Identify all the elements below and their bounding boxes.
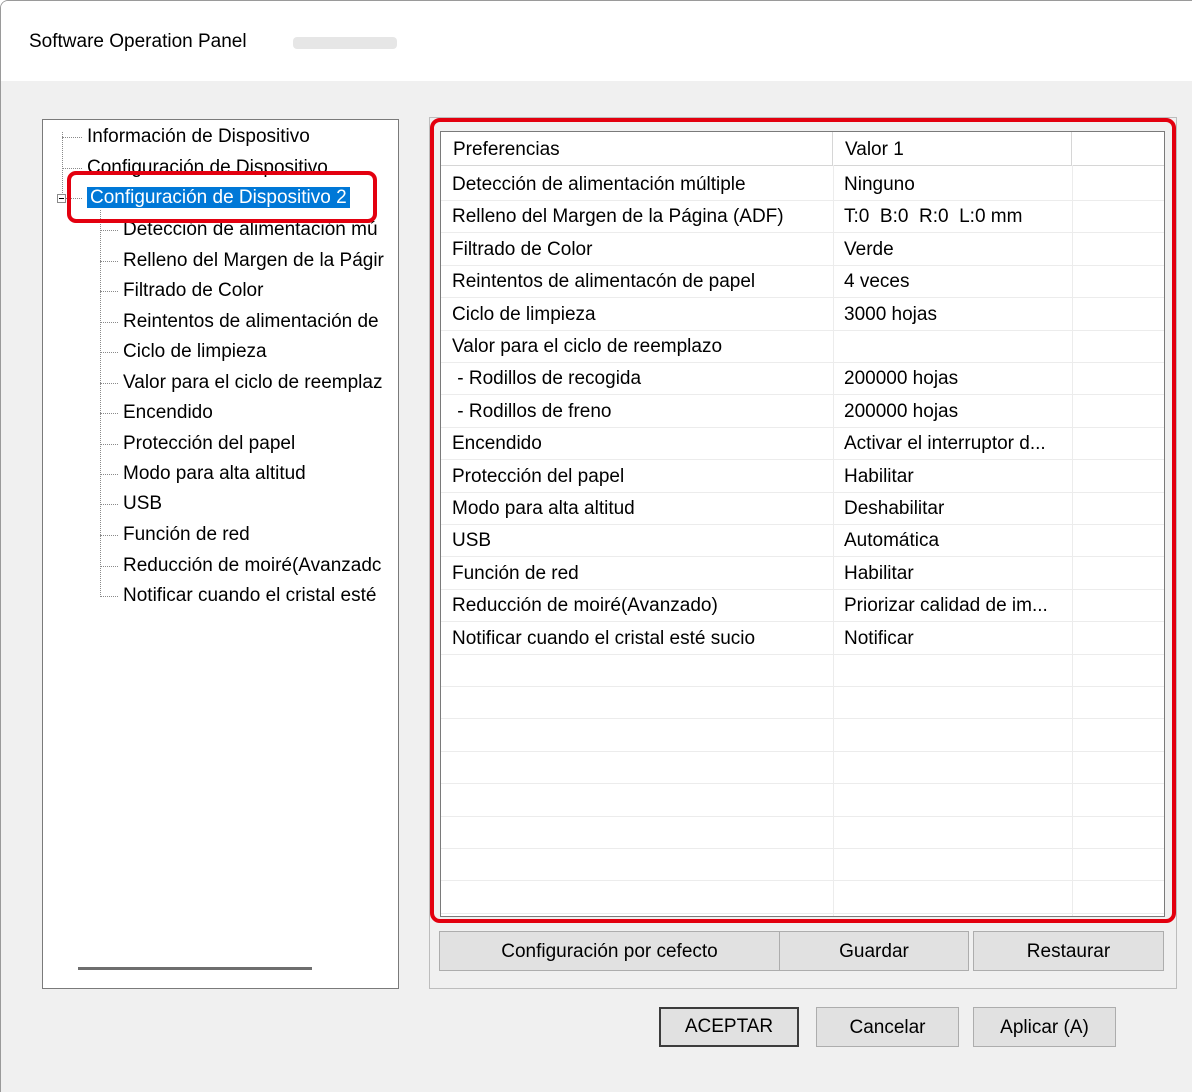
ok-button[interactable]: ACEPTAR xyxy=(659,1007,799,1047)
tree-connector xyxy=(100,352,118,353)
tree-connector xyxy=(100,566,118,567)
title-bar: Software Operation Panel xyxy=(1,1,1192,81)
tree-connector xyxy=(100,535,118,536)
tree-connector xyxy=(62,132,63,197)
tree-item-label: Reducción de moiré(Avanzadc xyxy=(123,555,382,576)
tree-item-label: Información de Dispositivo xyxy=(87,126,310,147)
tree-item-label: Encendido xyxy=(123,402,213,423)
tree-connector xyxy=(100,383,118,384)
tree-connector xyxy=(100,596,118,597)
tree-item[interactable]: Ciclo de limpieza xyxy=(123,338,267,366)
tree-item-label: Relleno del Margen de la Págir xyxy=(123,250,384,271)
collapse-toggle-icon[interactable] xyxy=(57,194,66,203)
tree-item-label: Función de red xyxy=(123,524,250,545)
horizontal-scrollbar-thumb[interactable] xyxy=(78,967,312,970)
tree-item[interactable]: Notificar cuando el cristal esté xyxy=(123,582,376,610)
apply-button[interactable]: Aplicar (A) xyxy=(973,1007,1116,1047)
settings-tree[interactable]: Información de Dispositivo Configuración … xyxy=(42,119,399,989)
tree-connector xyxy=(100,322,118,323)
tree-connector xyxy=(100,261,118,262)
tree-item[interactable]: Reintentos de alimentación de xyxy=(123,308,379,336)
default-settings-button[interactable]: Configuración por cefecto xyxy=(439,931,780,971)
tree-connector xyxy=(62,137,82,138)
tree-item[interactable]: Encendido xyxy=(123,399,213,427)
tree-connector xyxy=(62,168,82,169)
tree-item-label: Modo para alta altitud xyxy=(123,463,306,484)
tree-connector xyxy=(100,210,101,597)
tree-item-label: Valor para el ciclo de reemplaz xyxy=(123,372,383,393)
tree-item-label: USB xyxy=(123,493,163,514)
tree-item[interactable]: Filtrado de Color xyxy=(123,277,263,305)
tree-item[interactable]: Información de Dispositivo xyxy=(87,123,310,151)
tree-item-label: Protección del papel xyxy=(123,433,296,454)
window-title: Software Operation Panel xyxy=(29,31,247,52)
tree-item[interactable]: Reducción de moiré(Avanzadc xyxy=(123,552,381,580)
tree-item-label: Filtrado de Color xyxy=(123,280,264,301)
tree-connector xyxy=(100,474,118,475)
tree-item[interactable]: Modo para alta altitud xyxy=(123,460,306,488)
tree-item-label: Reintentos de alimentación de xyxy=(123,311,379,332)
save-button[interactable]: Guardar xyxy=(779,931,969,971)
tree-item[interactable]: Relleno del Margen de la Págir xyxy=(123,247,384,275)
tree-item[interactable]: Valor para el ciclo de reemplaz xyxy=(123,369,382,397)
model-name-redacted xyxy=(293,37,397,49)
tree-item[interactable]: USB xyxy=(123,490,162,518)
highlight-box-tree-selection xyxy=(67,171,377,223)
highlight-box-table xyxy=(430,118,1176,923)
tree-item-label: Ciclo de limpieza xyxy=(123,341,267,362)
tree-connector xyxy=(100,444,118,445)
tree-item-label: Notificar cuando el cristal esté xyxy=(123,585,377,606)
tree-item[interactable]: Protección del papel xyxy=(123,430,295,458)
cancel-button[interactable]: Cancelar xyxy=(816,1007,959,1047)
tree-connector xyxy=(100,291,118,292)
tree-connector xyxy=(100,504,118,505)
tree-connector xyxy=(100,230,118,231)
dialog-window: Software Operation Panel Información de … xyxy=(0,0,1192,1092)
tree-item[interactable]: Función de red xyxy=(123,521,250,549)
tree-connector xyxy=(100,413,118,414)
restore-button[interactable]: Restaurar xyxy=(973,931,1164,971)
